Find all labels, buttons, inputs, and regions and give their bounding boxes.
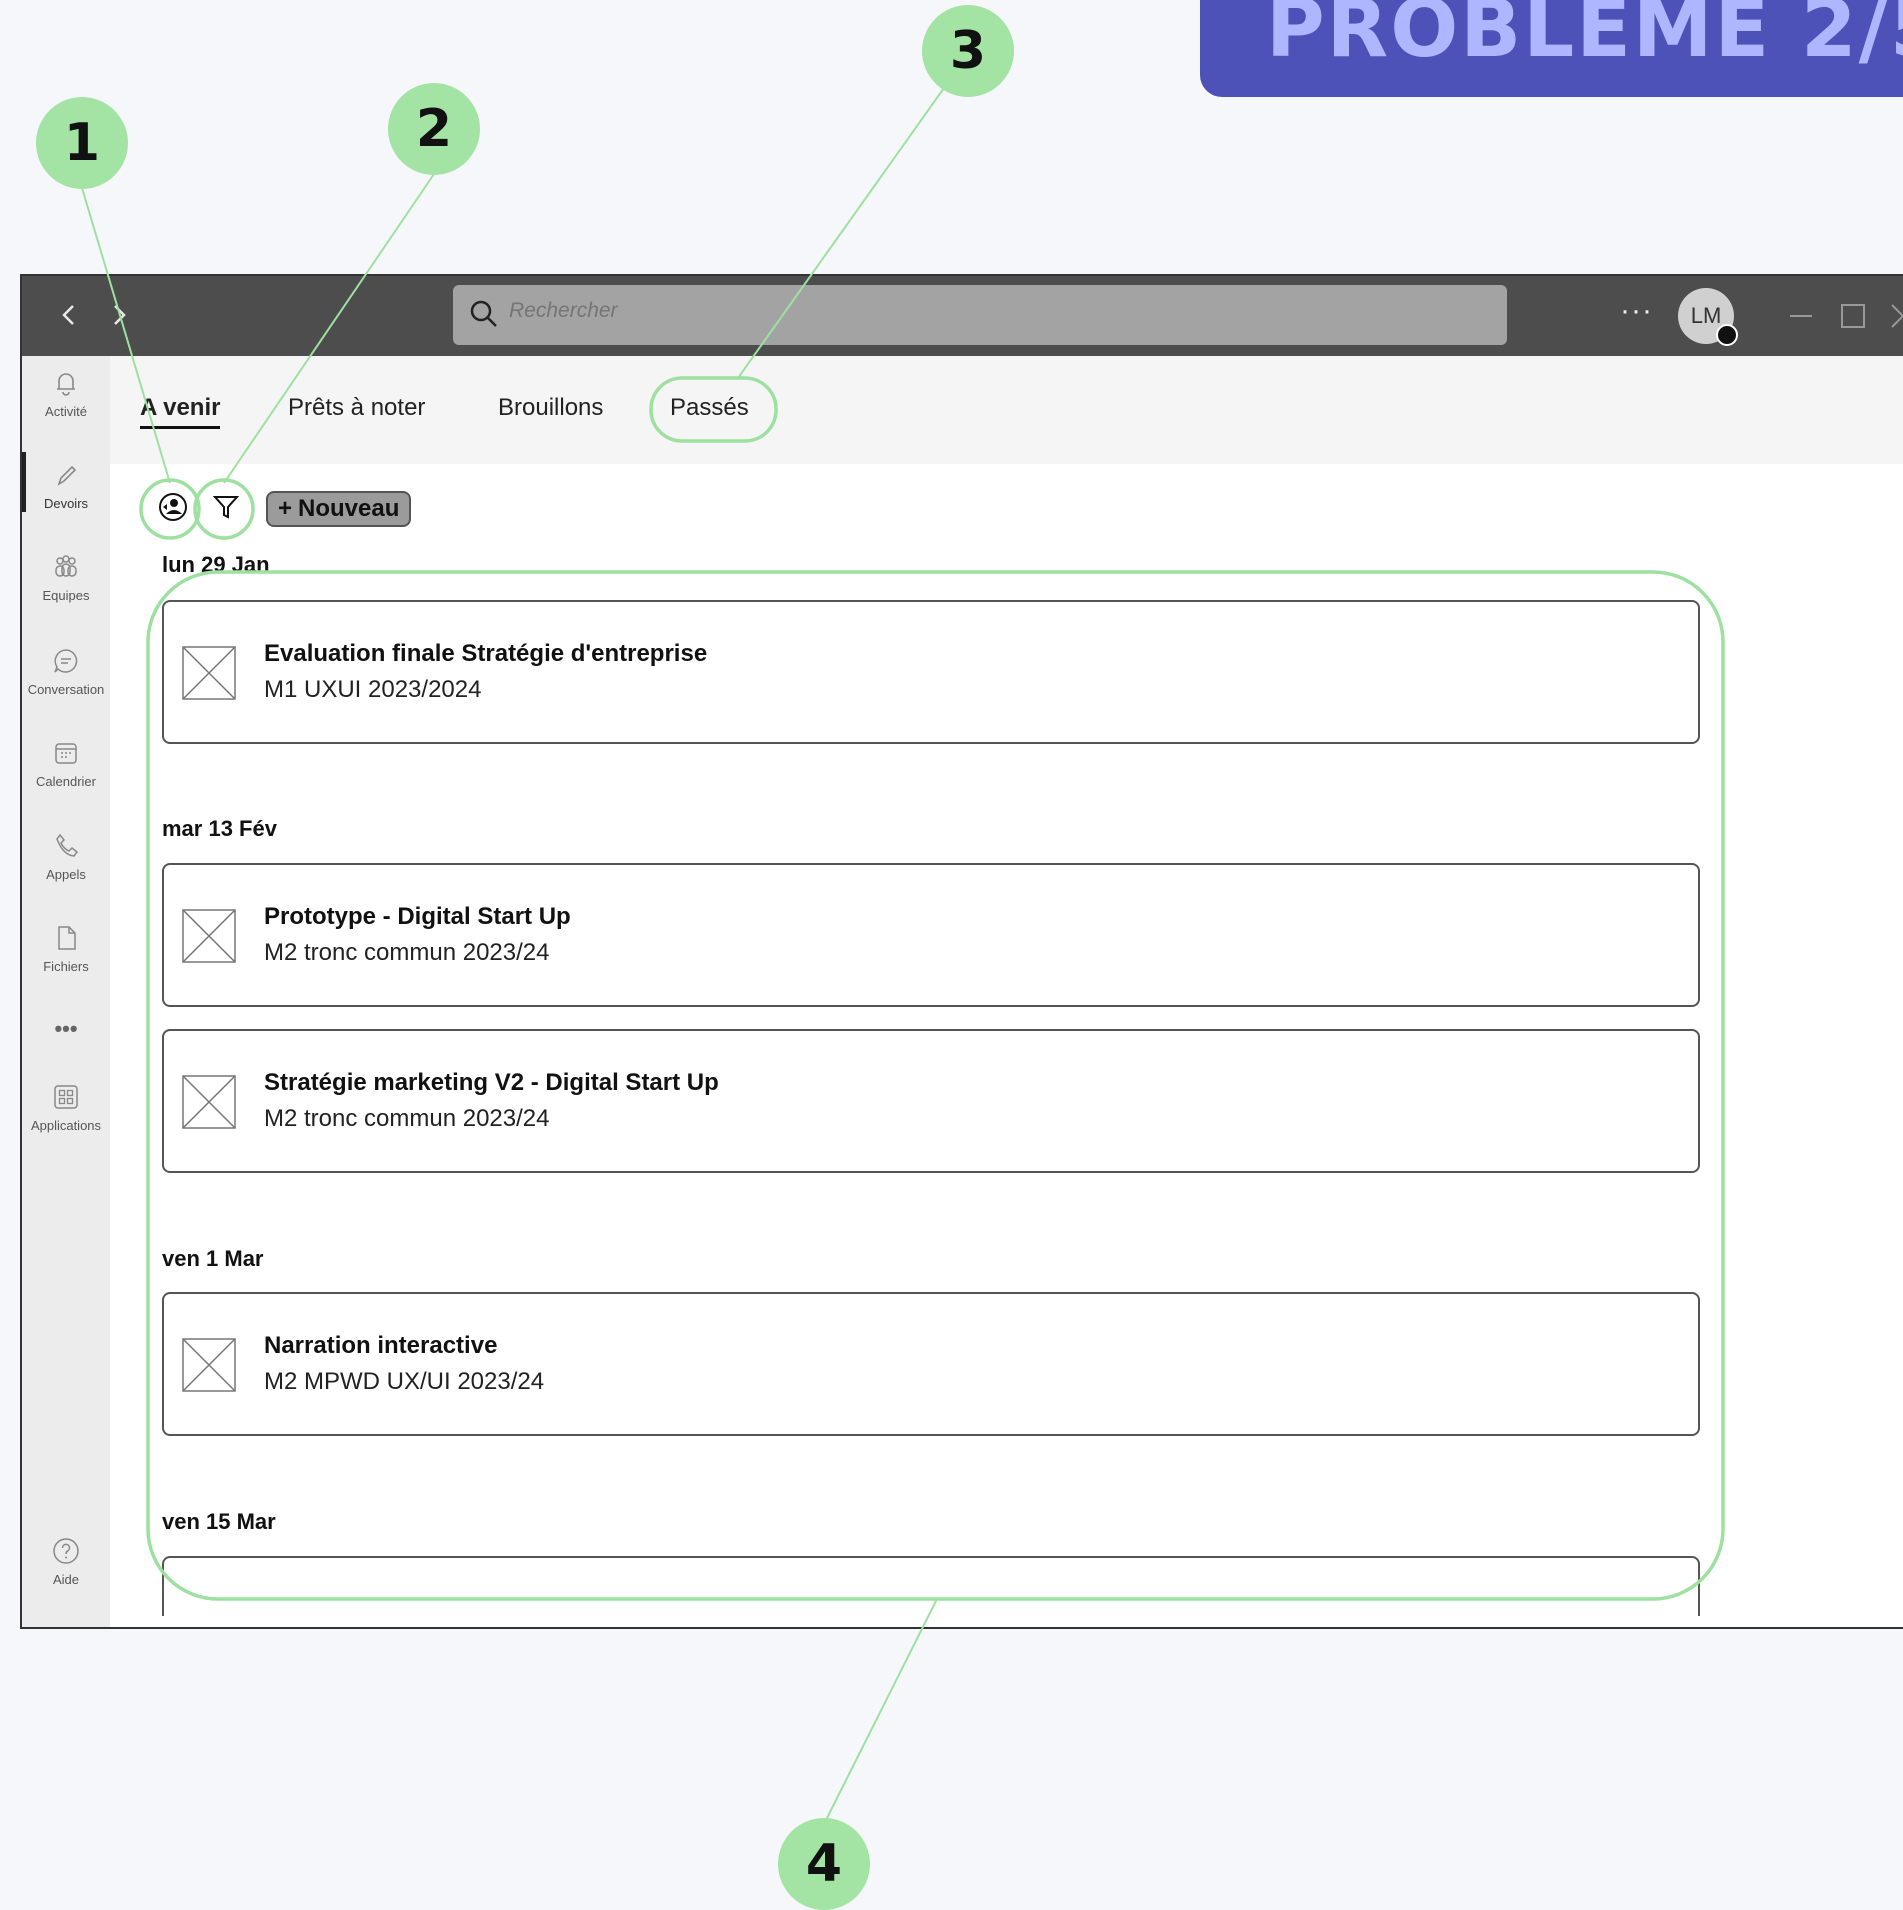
date-header: ven 1 Mar (162, 1246, 264, 1271)
annotation-badge-3: 3 (922, 5, 1014, 97)
file-icon (58, 926, 76, 950)
sidebar-item-aide[interactable]: Aide (22, 1536, 110, 1587)
sidebar-item-devoirs[interactable]: Devoirs (22, 460, 110, 511)
assignment-card[interactable]: Narration interactive M2 MPWD UX/UI 2023… (162, 1292, 1700, 1436)
assignment-card[interactable]: Evaluation finale Stratégie d'entreprise… (162, 600, 1700, 744)
apps-icon (54, 1085, 78, 1109)
filter-icon (212, 496, 240, 519)
class-selector-button[interactable] (153, 487, 193, 527)
assignment-class: M1 UXUI 2023/2024 (264, 676, 482, 703)
assignment-title: Stratégie marketing V2 - Digital Start U… (264, 1069, 719, 1096)
search-bar[interactable] (453, 285, 1507, 345)
new-assignment-button[interactable]: + Nouveau (266, 491, 412, 527)
phone-icon (56, 833, 79, 857)
assignment-title: Evaluation finale Stratégie d'entreprise (264, 640, 708, 667)
problem-banner-title: PROBLÈME 2/5 (1266, 0, 1903, 75)
date-header: ven 15 Mar (162, 1509, 276, 1534)
connector-line-4 (823, 1598, 938, 1825)
sidebar-item-fichiers[interactable]: Fichiers (22, 923, 110, 974)
tab-a-venir[interactable]: A venir (140, 394, 221, 429)
new-button-label: Nouveau (298, 495, 400, 522)
assignment-class: M2 MPWD UX/UI 2023/24 (264, 1368, 545, 1395)
annotation-badge-1: 1 (36, 97, 128, 189)
tab-passes[interactable]: Passés (670, 394, 749, 422)
assignment-card-partial[interactable] (162, 1556, 1700, 1616)
date-header: mar 13 Fév (162, 816, 277, 841)
annotation-badge-4: 4 (778, 1818, 870, 1910)
assignment-title: Narration interactive (264, 1332, 498, 1359)
pencil-icon (57, 465, 77, 486)
more-options-icon[interactable]: ··· (1620, 294, 1653, 328)
bell-icon (57, 373, 75, 396)
image-placeholder-icon (182, 1338, 236, 1392)
minimize-icon[interactable] (1782, 298, 1818, 334)
tab-prets-a-noter[interactable]: Prêts à noter (288, 394, 425, 422)
app-sidebar: Activité Devoirs Equipes Conversation Ca… (22, 356, 110, 1627)
assignment-title: Prototype - Digital Start Up (264, 903, 571, 930)
assignment-tabs: A venir Prêts à noter Brouillons Passés (110, 356, 1903, 464)
sidebar-item-activite[interactable]: Activité (22, 368, 110, 419)
image-placeholder-icon (182, 1075, 236, 1129)
forward-arrow-icon[interactable] (102, 298, 136, 332)
sidebar-item-calendrier[interactable]: Calendrier (22, 738, 110, 789)
user-avatar[interactable]: LM (1678, 288, 1738, 346)
maximize-icon[interactable] (1834, 298, 1870, 334)
image-placeholder-icon (182, 646, 236, 700)
sidebar-more-icon[interactable]: ••• (22, 1016, 110, 1042)
search-input[interactable] (509, 299, 1109, 323)
assignment-class: M2 tronc commun 2023/24 (264, 1105, 550, 1132)
search-icon (470, 300, 497, 327)
date-header: lun 29 Jan (162, 552, 270, 577)
tab-brouillons[interactable]: Brouillons (498, 394, 603, 422)
sidebar-item-equipes[interactable]: Equipes (22, 552, 110, 603)
assignment-card[interactable]: Prototype - Digital Start Up M2 tronc co… (162, 863, 1700, 1007)
sidebar-item-applications[interactable]: Applications (22, 1082, 110, 1133)
help-icon (53, 1538, 79, 1564)
status-indicator (1716, 324, 1738, 346)
assignment-class: M2 tronc commun 2023/24 (264, 939, 550, 966)
calendar-icon (55, 743, 77, 764)
filter-button[interactable] (206, 487, 246, 527)
teams-icon (55, 555, 77, 577)
chat-icon (54, 649, 78, 673)
assignment-card[interactable]: Stratégie marketing V2 - Digital Start U… (162, 1029, 1700, 1173)
class-switch-icon (159, 493, 187, 521)
avatar-initials: LM (1690, 303, 1722, 328)
image-placeholder-icon (182, 909, 236, 963)
sidebar-item-appels[interactable]: Appels (22, 831, 110, 882)
title-bar: ··· LM (22, 276, 1903, 356)
sidebar-item-conversation[interactable]: Conversation (22, 646, 110, 697)
close-icon[interactable] (1884, 298, 1903, 334)
annotation-badge-2: 2 (388, 83, 480, 175)
plus-icon: + (278, 495, 293, 522)
back-arrow-icon[interactable] (52, 298, 86, 332)
app-window: ··· LM Activité Devoirs Equipes (20, 274, 1903, 1629)
